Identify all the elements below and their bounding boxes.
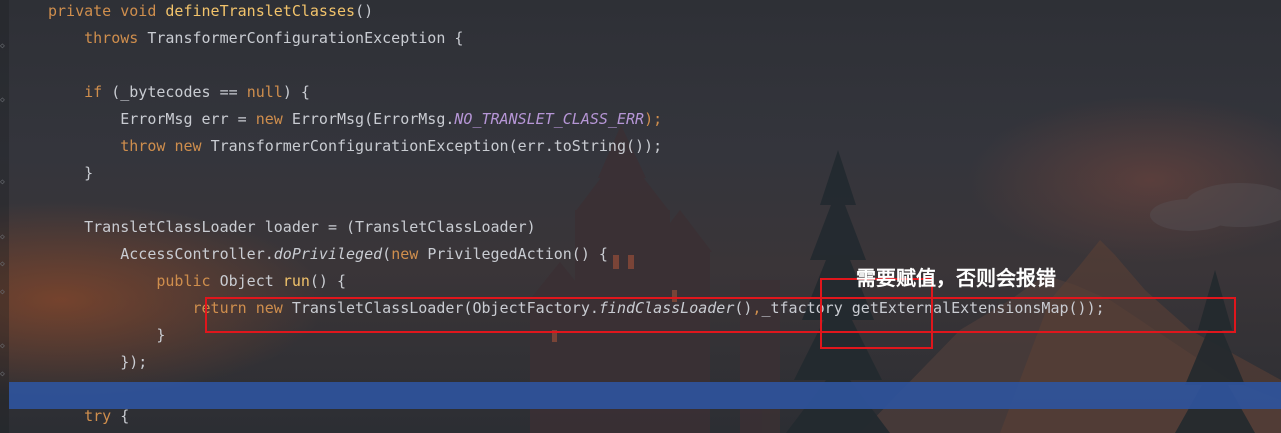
code-token: TransletClassLoader loader = (TransletCl… [84, 218, 536, 236]
code-token: void [120, 2, 166, 20]
code-line[interactable]: } [48, 322, 165, 349]
fold-marker-icon[interactable]: ◇ [0, 96, 8, 104]
code-line[interactable]: throws TransformerConfigurationException… [48, 25, 463, 52]
code-line[interactable]: } [48, 160, 93, 187]
code-token: run [282, 272, 310, 290]
code-line[interactable]: private void defineTransletClasses() [48, 0, 373, 25]
code-token: (_bytecodes == [111, 83, 247, 101]
highlight-box-return-line [205, 297, 1236, 333]
code-token: TransformerConfigurationException { [147, 29, 464, 47]
code-token: } [84, 164, 94, 182]
code-token: public [156, 272, 220, 290]
fold-marker-icon[interactable]: ◇ [0, 342, 8, 350]
code-token: PrivilegedAction() { [427, 245, 608, 263]
code-line[interactable]: }); [48, 349, 147, 376]
code-token: private [48, 2, 121, 20]
code-token: doPrivileged [273, 245, 383, 263]
code-token: ErrorMsg(ErrorMsg. [291, 110, 455, 128]
code-token: NO_TRANSLET_CLASS_ERR [454, 110, 645, 128]
code-line[interactable]: try { [48, 403, 129, 430]
code-token: try [84, 407, 121, 425]
fold-marker-icon[interactable]: ◇ [0, 260, 8, 268]
fold-marker-icon[interactable]: ◇ [0, 233, 8, 241]
fold-marker-icon[interactable]: ◇ [0, 42, 8, 50]
code-token: AccessController. [120, 245, 274, 263]
code-line[interactable]: AccessController.doPrivileged(new Privil… [48, 241, 608, 268]
editor-gutter: ◇ ◇ ◇ ◇ ◇ ◇ ◇ ◇ [0, 0, 9, 433]
code-token: ) { [282, 83, 310, 101]
code-token: throw [120, 137, 175, 155]
fold-marker-icon[interactable]: ◇ [0, 370, 8, 378]
code-token: throws [84, 29, 148, 47]
code-line[interactable]: TransletClassLoader loader = (TransletCl… [48, 214, 536, 241]
code-token: TransformerConfigurationException(err.to… [210, 137, 663, 155]
annotation-note: 需要赋值，否则会报错 [856, 266, 1056, 290]
fold-marker-icon[interactable]: ◇ [0, 288, 8, 296]
code-token: () [355, 2, 374, 20]
code-token: defineTransletClasses [165, 2, 356, 20]
code-token: ErrorMsg err = [120, 110, 256, 128]
code-token: new [255, 110, 292, 128]
code-token: new [391, 245, 428, 263]
code-line[interactable]: ErrorMsg err = new ErrorMsg(ErrorMsg.NO_… [48, 106, 662, 133]
fold-marker-icon[interactable]: ◇ [0, 178, 8, 186]
code-token: { [120, 407, 130, 425]
code-token: null [246, 83, 283, 101]
code-line[interactable]: if (_bytecodes == null) { [48, 79, 310, 106]
code-line[interactable]: public Object run() { [48, 268, 346, 295]
code-token: Object [219, 272, 283, 290]
code-token: }); [120, 353, 148, 371]
code-token: if [84, 83, 112, 101]
code-token: } [156, 326, 166, 344]
current-line-highlight [9, 382, 1281, 409]
code-token: ); [644, 110, 663, 128]
code-token: () { [309, 272, 347, 290]
code-token: ( [382, 245, 392, 263]
code-token: new [174, 137, 211, 155]
code-line[interactable]: throw new TransformerConfigurationExcept… [48, 133, 662, 160]
